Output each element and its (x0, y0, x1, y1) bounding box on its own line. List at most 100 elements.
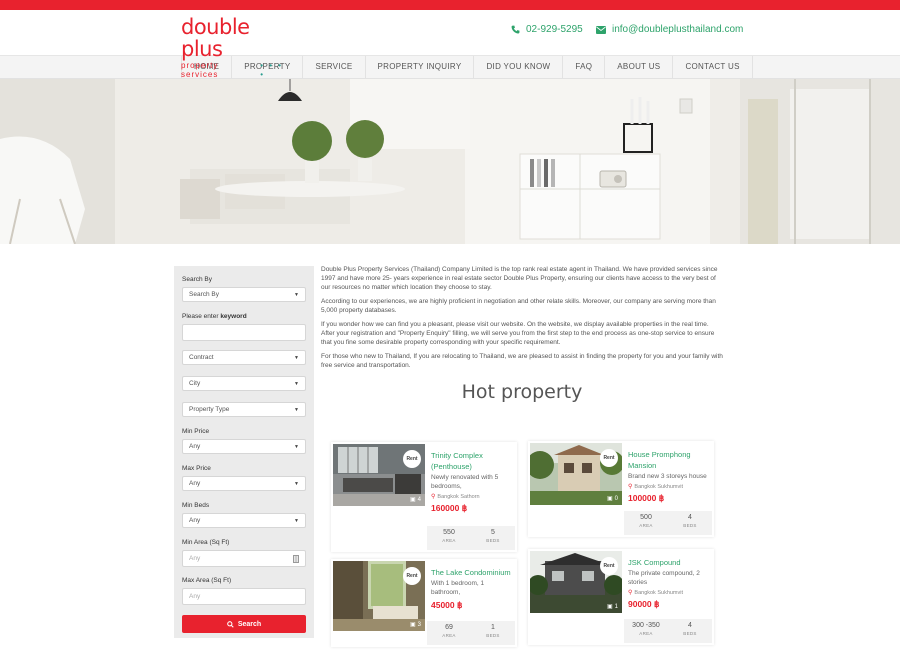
search-sidebar: Search By Search By ▼ Please enter keywo… (174, 266, 314, 638)
property-stats: 69 AREA 1 BEDS (427, 621, 515, 645)
area-stat: 300 -350 AREA (624, 619, 668, 643)
hero-interior-image (0, 79, 900, 244)
envelope-icon (596, 25, 606, 34)
about-content: Double Plus Property Services (Thailand)… (321, 265, 723, 415)
property-description: Newly renovated with 5 bedrooms, (431, 474, 499, 490)
property-location: ⚲ Bangkok Sukhumvit (628, 589, 710, 597)
image-count-value: 4 (417, 496, 421, 503)
intro-paragraph-2: According to our experiences, we are hig… (321, 298, 716, 314)
rent-badge: Rent (600, 449, 618, 467)
max-area-input[interactable]: Any (182, 588, 306, 605)
property-description: With 1 bedroom, 1 bathroom, (431, 580, 485, 596)
property-description: The private compound, 2 stories (628, 570, 700, 586)
min-price-value: Any (189, 443, 201, 450)
beds-value: 4 (688, 622, 692, 629)
chevron-down-icon: ▼ (294, 354, 299, 361)
chevron-down-icon: ▼ (294, 517, 299, 524)
nav-about-us[interactable]: ABOUT US (604, 56, 672, 78)
site-header: double plus property services • • • • 02… (0, 10, 900, 79)
chevron-down-icon: ▼ (294, 443, 299, 450)
min-price-label: Min Price (182, 428, 210, 435)
area-value: 69 (445, 624, 453, 631)
min-beds-select[interactable]: Any ▼ (182, 513, 306, 528)
image-count: ▣ 1 (606, 603, 618, 611)
area-stat: 500 AREA (624, 511, 668, 535)
city-select[interactable]: City ▼ (182, 376, 306, 391)
email-address: info@doubleplusthailand.com (612, 24, 744, 35)
search-button[interactable]: Search (182, 615, 306, 633)
max-price-select[interactable]: Any ▼ (182, 476, 306, 491)
keyword-label-prefix: Please enter (182, 313, 219, 320)
search-button-label: Search (237, 620, 262, 628)
search-icon (226, 620, 234, 628)
nav-faq[interactable]: FAQ (562, 56, 604, 78)
city-value: City (189, 380, 201, 387)
property-type-select[interactable]: Property Type ▼ (182, 402, 306, 417)
max-area-placeholder: Any (189, 593, 201, 600)
area-value: 500 (640, 514, 652, 521)
image-icon: ▣ (606, 496, 613, 502)
search-by-select[interactable]: Search By ▼ (182, 287, 306, 302)
beds-stat: 4 BEDS (668, 619, 712, 643)
logo-dots: • • • • (260, 61, 284, 79)
property-info: Trinity Complex (Penthouse) Newly renova… (431, 450, 513, 514)
beds-label: BEDS (683, 523, 697, 528)
property-title[interactable]: JSK Compound (628, 557, 710, 568)
map-pin-icon: ⚲ (628, 590, 633, 596)
nav-service[interactable]: SERVICE (302, 56, 364, 78)
contract-select[interactable]: Contract ▼ (182, 350, 306, 365)
keyword-input[interactable] (182, 324, 306, 341)
image-count-value: 1 (614, 603, 618, 610)
min-area-placeholder: Any (189, 555, 201, 562)
property-title[interactable]: The Lake Condominium (431, 567, 513, 578)
site-logo[interactable]: double plus property services • • • • (181, 16, 291, 79)
phone-icon (511, 25, 520, 34)
hero-banner (0, 79, 900, 244)
property-card[interactable]: Rent ▣ 3 The Lake Condominium With 1 bed… (331, 559, 517, 647)
property-photo[interactable]: Rent ▣ 4 (333, 444, 425, 506)
property-title[interactable]: House Promphong Mansion (628, 449, 710, 471)
area-label: AREA (639, 631, 653, 636)
property-location-text: Bangkok Sathorn (437, 493, 480, 500)
property-photo[interactable]: Rent ▣ 3 (333, 561, 425, 631)
property-price: 45000 ฿ (431, 600, 463, 610)
nav-contact-us[interactable]: CONTACT US (672, 56, 753, 78)
email-contact[interactable]: info@doubleplusthailand.com (596, 24, 743, 35)
search-by-label: Search By (182, 276, 212, 283)
min-beds-label: Min Beds (182, 502, 210, 509)
min-price-select[interactable]: Any ▼ (182, 439, 306, 454)
chevron-down-icon: ▼ (294, 480, 299, 487)
property-location: ⚲ Bangkok Sathorn (431, 493, 513, 501)
property-card[interactable]: Rent ▣ 0 House Promphong Mansion Brand n… (528, 441, 714, 537)
image-icon: ▣ (409, 622, 416, 628)
property-description: Brand new 3 storeys house (628, 473, 707, 480)
area-stat: 69 AREA (427, 621, 471, 645)
nav-did-you-know[interactable]: DID YOU KNOW (473, 56, 562, 78)
intro-paragraph-4: For those who new to Thailand, If you ar… (321, 353, 723, 369)
area-label: AREA (442, 633, 456, 638)
area-label: AREA (639, 523, 653, 528)
calculator-icon (293, 554, 299, 563)
property-info: JSK Compound The private compound, 2 sto… (628, 557, 710, 610)
phone-contact[interactable]: 02-929-5295 (511, 24, 583, 35)
property-photo[interactable]: Rent ▣ 1 (530, 551, 622, 613)
property-info: The Lake Condominium With 1 bedroom, 1 b… (431, 567, 513, 611)
property-title[interactable]: Trinity Complex (Penthouse) (431, 450, 513, 472)
nav-property-inquiry[interactable]: PROPERTY INQUIRY (364, 56, 474, 78)
property-photo[interactable]: Rent ▣ 0 (530, 443, 622, 505)
chevron-down-icon: ▼ (294, 380, 299, 387)
property-card[interactable]: Rent ▣ 4 Trinity Complex (Penthouse) New… (331, 442, 517, 552)
area-value: 550 (443, 529, 455, 536)
map-pin-icon: ⚲ (431, 494, 436, 500)
beds-label: BEDS (486, 538, 500, 543)
image-icon: ▣ (606, 604, 613, 610)
min-area-input[interactable]: Any (182, 550, 306, 567)
intro-paragraph-3: If you wonder how we can find you a plea… (321, 321, 715, 346)
property-card[interactable]: Rent ▣ 1 JSK Compound The private compou… (528, 549, 714, 645)
search-by-value: Search By (189, 291, 219, 298)
keyword-label: Please enter keyword (182, 313, 306, 320)
property-location-text: Bangkok Sukhumvit (634, 483, 684, 490)
rent-badge: Rent (403, 450, 421, 468)
property-stats: 500 AREA 4 BEDS (624, 511, 712, 535)
beds-stat: 1 BEDS (471, 621, 515, 645)
